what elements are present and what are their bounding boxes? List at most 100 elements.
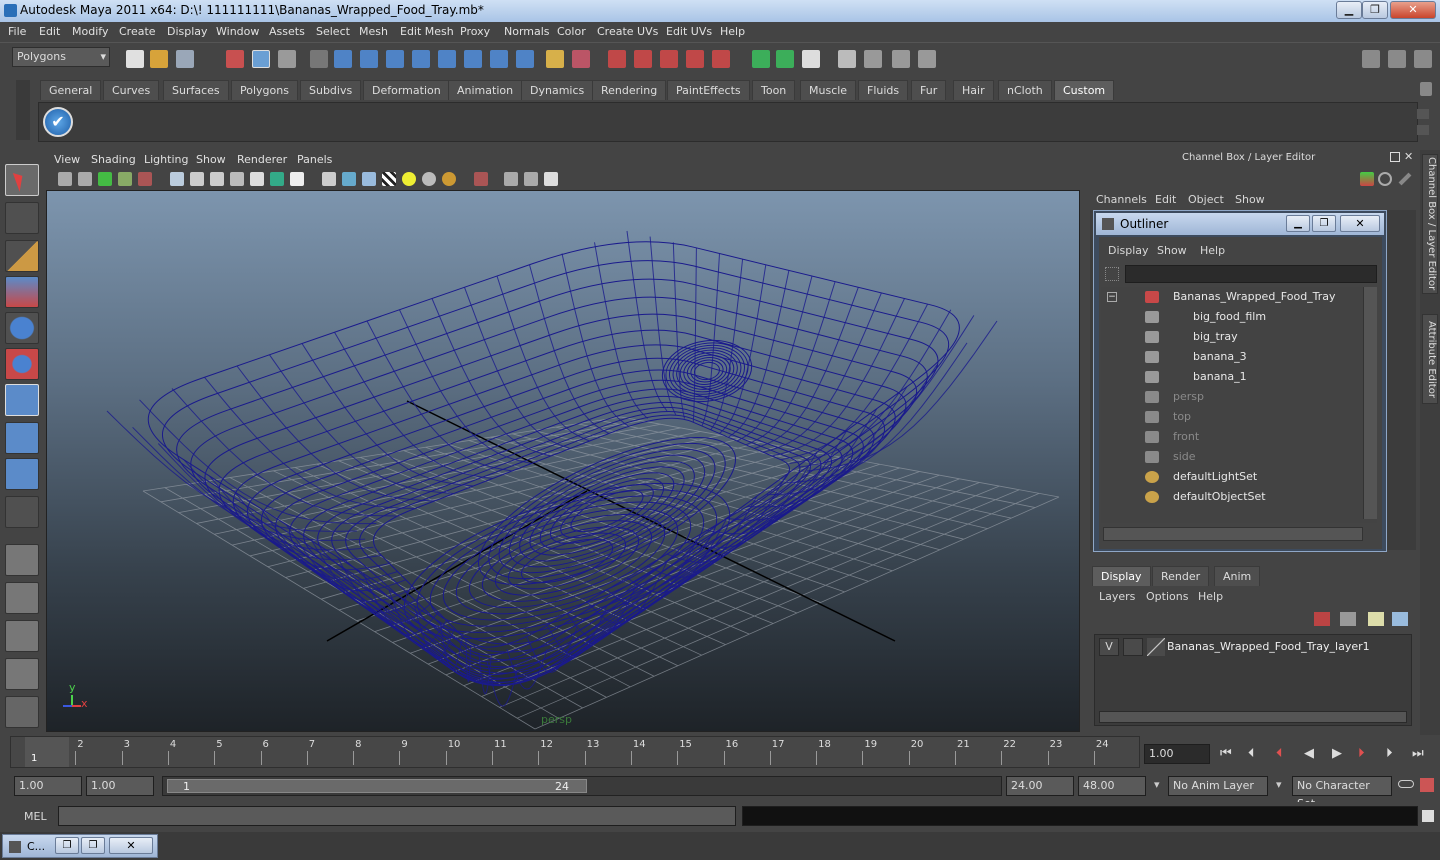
new-empty-layer-icon[interactable] xyxy=(1368,612,1384,626)
new-scene-icon[interactable] xyxy=(126,50,144,68)
menu-window[interactable]: Window xyxy=(216,25,259,38)
select-deform-icon[interactable] xyxy=(438,50,456,68)
open-scene-icon[interactable] xyxy=(150,50,168,68)
shelf-tab-surfaces[interactable]: Surfaces xyxy=(163,80,229,100)
menu-normals[interactable]: Normals xyxy=(504,25,550,38)
outliner-item[interactable]: − Bananas_Wrapped_Food_Tray xyxy=(1101,287,1361,307)
layer-tab-anim[interactable]: Anim xyxy=(1214,566,1261,586)
scale-tool-icon[interactable] xyxy=(5,348,39,380)
menu-edit-mesh[interactable]: Edit Mesh xyxy=(400,25,454,38)
outliner-item[interactable]: defaultObjectSet xyxy=(1101,487,1361,507)
select-curve-icon[interactable] xyxy=(386,50,404,68)
resolution-gate-icon[interactable] xyxy=(210,172,224,186)
rotate-tool-icon[interactable] xyxy=(5,312,39,344)
two-d-pan-icon[interactable] xyxy=(138,172,152,186)
image-plane-icon[interactable] xyxy=(118,172,132,186)
outliner-search-input[interactable] xyxy=(1125,265,1377,283)
snap-view-plane-icon[interactable] xyxy=(686,50,704,68)
go-to-end-icon[interactable]: ⏭ xyxy=(1412,746,1424,761)
close-button[interactable]: ✕ xyxy=(1390,1,1436,19)
textured-icon[interactable] xyxy=(382,172,396,186)
restore-window-button[interactable]: ❐ xyxy=(55,837,79,854)
field-chart-icon[interactable] xyxy=(250,172,264,186)
character-set-chevron-icon[interactable]: ▾ xyxy=(1276,778,1282,791)
select-surface-icon[interactable] xyxy=(412,50,430,68)
layer-color-swatch[interactable] xyxy=(1147,638,1165,656)
menu-modify[interactable]: Modify xyxy=(72,25,108,38)
isolate-select-icon[interactable] xyxy=(474,172,488,186)
make-live-icon[interactable] xyxy=(712,50,730,68)
select-render-icon[interactable] xyxy=(490,50,508,68)
mel-label[interactable]: MEL xyxy=(24,810,47,823)
channels-menu[interactable]: Channels xyxy=(1096,193,1147,206)
menu-help[interactable]: Help xyxy=(720,25,745,38)
maximize-minimized-button[interactable]: ❐ xyxy=(81,837,105,854)
shelf-tab-toon[interactable]: Toon xyxy=(752,80,796,100)
shelf-tab-deformation[interactable]: Deformation xyxy=(363,80,450,100)
lasso-tool-icon[interactable] xyxy=(5,202,39,234)
select-dynamics-icon[interactable] xyxy=(464,50,482,68)
manipulator-tool-icon[interactable] xyxy=(5,384,39,416)
shelf-scroll-down-icon[interactable] xyxy=(1417,125,1429,135)
gate-mask-icon[interactable] xyxy=(230,172,244,186)
outliner-title-bar[interactable]: Outliner ▁ ❐ ✕ xyxy=(1096,213,1384,235)
last-tool-icon[interactable] xyxy=(5,496,39,528)
current-frame-field[interactable]: 1.00 xyxy=(1144,744,1210,764)
menu-mesh[interactable]: Mesh xyxy=(359,25,388,38)
layer-playback-toggle[interactable] xyxy=(1123,638,1143,656)
shelf-tab-polygons[interactable]: Polygons xyxy=(231,80,298,100)
panel-menu-renderer[interactable]: Renderer xyxy=(237,153,287,166)
outliner-vscrollbar[interactable] xyxy=(1363,287,1377,519)
outliner-display-menu[interactable]: Display xyxy=(1108,244,1149,257)
panel-menu-panels[interactable]: Panels xyxy=(297,153,332,166)
shelf-tab-dynamics[interactable]: Dynamics xyxy=(521,80,594,100)
checkmark-shelf-icon[interactable]: ✔ xyxy=(43,107,73,137)
channels-show-menu[interactable]: Show xyxy=(1235,193,1265,206)
toggle-tool-settings-icon[interactable] xyxy=(1388,50,1406,68)
camera-select-icon[interactable] xyxy=(58,172,72,186)
maximize-button[interactable]: ❐ xyxy=(1362,1,1388,19)
shelf-tab-fluids[interactable]: Fluids xyxy=(858,80,909,100)
menu-file[interactable]: File xyxy=(8,25,26,38)
history-icon[interactable] xyxy=(752,50,770,68)
end-time-field[interactable]: 48.00 xyxy=(1078,776,1146,796)
move-layer-up-icon[interactable] xyxy=(1314,612,1330,626)
select-joint-icon[interactable] xyxy=(360,50,378,68)
shelf-tab-curves[interactable]: Curves xyxy=(103,80,160,100)
layers-menu[interactable]: Layers xyxy=(1099,590,1135,603)
auto-key-icon[interactable] xyxy=(1398,780,1414,788)
outliner-item[interactable]: defaultLightSet xyxy=(1101,467,1361,487)
layer-help-menu[interactable]: Help xyxy=(1198,590,1223,603)
outliner-persp-layout-icon[interactable] xyxy=(5,620,39,652)
paint-select-tool-icon[interactable] xyxy=(5,240,39,272)
highlight-selection-icon[interactable] xyxy=(572,50,590,68)
anim-layer-select[interactable]: No Anim Layer xyxy=(1168,776,1268,796)
pin-icon[interactable] xyxy=(1398,172,1412,186)
panel-menu-view[interactable]: View xyxy=(54,153,80,166)
select-hierarchy-icon[interactable] xyxy=(226,50,244,68)
select-handle-icon[interactable] xyxy=(334,50,352,68)
layer-name[interactable]: Bananas_Wrapped_Food_Tray_layer1 xyxy=(1167,640,1370,653)
close-panel-icon[interactable]: ✕ xyxy=(1404,150,1413,163)
new-layer-selected-icon[interactable] xyxy=(1392,612,1408,626)
collapse-icon[interactable]: − xyxy=(1107,292,1117,302)
panel-menu-lighting[interactable]: Lighting xyxy=(144,153,188,166)
shelf-tab-ncloth[interactable]: nCloth xyxy=(998,80,1052,100)
channels-object-menu[interactable]: Object xyxy=(1188,193,1224,206)
select-tool-icon[interactable] xyxy=(5,164,39,196)
layer-visibility-toggle[interactable]: V xyxy=(1099,638,1119,656)
animation-preferences-icon[interactable] xyxy=(1420,778,1434,792)
play-forwards-icon[interactable]: ▶ xyxy=(1332,746,1342,761)
xray-joints-icon[interactable] xyxy=(524,172,538,186)
float-panel-icon[interactable] xyxy=(1390,152,1400,162)
shelf-tab-custom[interactable]: Custom xyxy=(1054,80,1115,100)
four-pane-layout-icon[interactable] xyxy=(5,582,39,614)
lock-selection-icon[interactable] xyxy=(546,50,564,68)
safe-title-icon[interactable] xyxy=(290,172,304,186)
outliner-maximize-button[interactable]: ❐ xyxy=(1312,215,1336,232)
select-object-icon[interactable] xyxy=(252,50,270,68)
playback-start-field[interactable]: 1.00 xyxy=(86,776,154,796)
move-tool-icon[interactable] xyxy=(5,276,39,308)
construction-history-icon[interactable] xyxy=(776,50,794,68)
grid-toggle-icon[interactable] xyxy=(170,172,184,186)
